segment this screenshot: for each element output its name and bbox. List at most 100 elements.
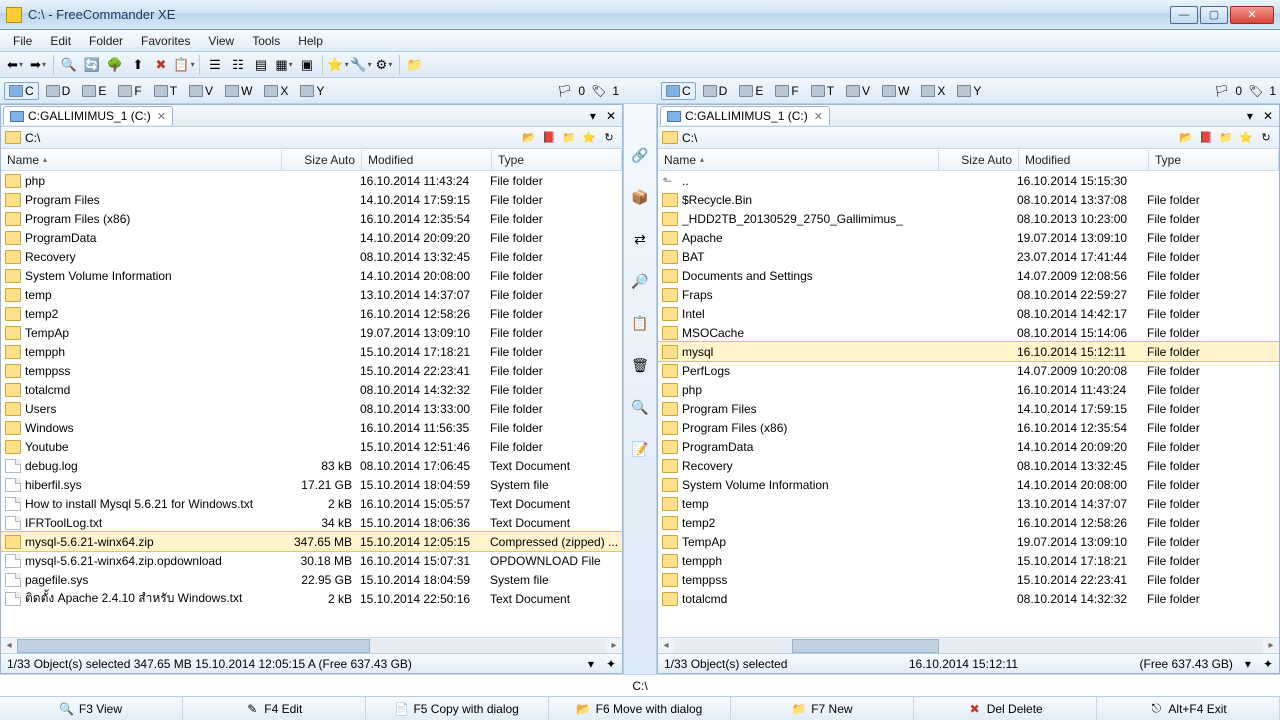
col-modified[interactable]: Modified <box>362 150 492 170</box>
right-tab[interactable]: C:GALLIMIMUS_1 (C:) ✕ <box>660 106 830 125</box>
compare-icon[interactable]: 📦 <box>629 186 651 208</box>
left-tab[interactable]: C:GALLIMIMUS_1 (C:) ✕ <box>3 106 173 125</box>
path-btn5[interactable]: ↻ <box>600 130 618 146</box>
drive-f[interactable]: F <box>770 82 803 100</box>
file-row[interactable]: Documents and Settings14.07.2009 12:08:5… <box>658 266 1279 285</box>
col-name[interactable]: Name▴ <box>1 150 282 170</box>
file-row[interactable]: BAT23.07.2014 17:41:44File folder <box>658 247 1279 266</box>
moveto-icon[interactable]: 🗑 <box>629 354 651 376</box>
file-row[interactable]: mysql-5.6.21-winx64.zip347.65 MB15.10.20… <box>1 532 622 551</box>
fn-f4[interactable]: ✎F4 Edit <box>183 697 366 720</box>
view5-icon[interactable]: ▣ <box>296 54 318 76</box>
col-type[interactable]: Type <box>492 150 622 170</box>
forward-button[interactable]: ➡ <box>27 54 49 76</box>
file-row[interactable]: Program Files14.10.2014 17:59:15File fol… <box>1 190 622 209</box>
status-gear-icon[interactable]: ✦ <box>606 657 616 671</box>
file-row[interactable]: tempph15.10.2014 17:18:21File folder <box>1 342 622 361</box>
drive-v[interactable]: V <box>841 82 875 100</box>
drive-e[interactable]: E <box>77 82 111 100</box>
col-size[interactable]: Size Auto <box>939 150 1019 170</box>
file-row[interactable]: ⬑..16.10.2014 15:15:30 <box>658 171 1279 190</box>
file-row[interactable]: totalcmd08.10.2014 14:32:32File folder <box>658 589 1279 608</box>
view4-icon[interactable]: ▦ <box>273 54 295 76</box>
menu-edit[interactable]: Edit <box>41 32 80 50</box>
left-hscroll[interactable]: ◂▸ <box>1 637 622 653</box>
dropdown-icon[interactable]: ▾ <box>1243 109 1257 123</box>
tool1-icon[interactable]: 🔧 <box>350 54 372 76</box>
file-row[interactable]: System Volume Information14.10.2014 20:0… <box>1 266 622 285</box>
fn-f6[interactable]: 📂F6 Move with dialog <box>549 697 732 720</box>
file-row[interactable]: temp216.10.2014 12:58:26File folder <box>1 304 622 323</box>
view3-icon[interactable]: ▤ <box>250 54 272 76</box>
file-row[interactable]: TempAp19.07.2014 13:09:10File folder <box>1 323 622 342</box>
file-row[interactable]: System Volume Information14.10.2014 20:0… <box>658 475 1279 494</box>
file-row[interactable]: TempAp19.07.2014 13:09:10File folder <box>658 532 1279 551</box>
right-filelist[interactable]: ⬑..16.10.2014 15:15:30$Recycle.Bin08.10.… <box>658 171 1279 637</box>
fn-del[interactable]: ✖Del Delete <box>914 697 1097 720</box>
up-icon[interactable]: ⬆ <box>127 54 149 76</box>
drive-t[interactable]: T <box>806 82 839 100</box>
minimize-button[interactable]: — <box>1170 6 1198 24</box>
path-btn3[interactable]: 📁 <box>560 130 578 146</box>
drive-x[interactable]: X <box>916 82 950 100</box>
col-size[interactable]: Size Auto <box>282 150 362 170</box>
file-row[interactable]: How to install Mysql 5.6.21 for Windows.… <box>1 494 622 513</box>
tree-icon[interactable]: 🌳 <box>104 54 126 76</box>
edit-icon[interactable]: 📝 <box>629 438 651 460</box>
close-icon[interactable]: ✕ <box>814 110 823 123</box>
menu-tools[interactable]: Tools <box>243 32 289 50</box>
file-row[interactable]: temp13.10.2014 14:37:07File folder <box>1 285 622 304</box>
drive-c[interactable]: C <box>4 82 39 100</box>
search-icon[interactable]: 🔍 <box>58 54 80 76</box>
close-icon[interactable]: ✕ <box>157 110 166 123</box>
col-name[interactable]: Name▴ <box>658 150 939 170</box>
status-dropdown-icon[interactable]: ▾ <box>1245 657 1251 671</box>
closepanel-icon[interactable]: ✕ <box>1259 109 1277 123</box>
path-btn2[interactable]: 📕 <box>540 130 558 146</box>
file-row[interactable]: temppss15.10.2014 22:23:41File folder <box>1 361 622 380</box>
tool2-icon[interactable]: ⚙ <box>373 54 395 76</box>
file-row[interactable]: debug.log83 kB08.10.2014 17:06:45Text Do… <box>1 456 622 475</box>
file-row[interactable]: ProgramData14.10.2014 20:09:20File folde… <box>658 437 1279 456</box>
file-row[interactable]: Recovery08.10.2014 13:32:45File folder <box>658 456 1279 475</box>
copy-icon[interactable]: 📋 <box>173 54 195 76</box>
drive-f[interactable]: F <box>113 82 146 100</box>
drive-w[interactable]: W <box>220 82 257 100</box>
col-type[interactable]: Type <box>1149 150 1279 170</box>
file-row[interactable]: Apache19.07.2014 13:09:10File folder <box>658 228 1279 247</box>
maximize-button[interactable]: ▢ <box>1200 6 1228 24</box>
delete-icon[interactable]: ✖ <box>150 54 172 76</box>
fn-f5[interactable]: 📄F5 Copy with dialog <box>366 697 549 720</box>
file-row[interactable]: temppss15.10.2014 22:23:41File folder <box>658 570 1279 589</box>
file-row[interactable]: php16.10.2014 11:43:24File folder <box>1 171 622 190</box>
path-btn5[interactable]: ↻ <box>1257 130 1275 146</box>
sync-icon[interactable]: 🔗 <box>629 144 651 166</box>
path-btn3[interactable]: 📁 <box>1217 130 1235 146</box>
file-row[interactable]: Program Files (x86)16.10.2014 12:35:54Fi… <box>1 209 622 228</box>
file-row[interactable]: Users08.10.2014 13:33:00File folder <box>1 399 622 418</box>
path-btn4[interactable]: ⭐ <box>1237 130 1255 146</box>
file-row[interactable]: Recovery08.10.2014 13:32:45File folder <box>1 247 622 266</box>
fn-alt+f4[interactable]: ⎋Alt+F4 Exit <box>1097 697 1280 720</box>
copyto-icon[interactable]: 📋 <box>629 312 651 334</box>
drive-y[interactable]: Y <box>952 82 986 100</box>
file-row[interactable]: temp13.10.2014 14:37:07File folder <box>658 494 1279 513</box>
file-row[interactable]: IFRToolLog.txt34 kB15.10.2014 18:06:36Te… <box>1 513 622 532</box>
status-gear-icon[interactable]: ✦ <box>1263 657 1273 671</box>
file-row[interactable]: Youtube15.10.2014 12:51:46File folder <box>1 437 622 456</box>
path-btn1[interactable]: 📂 <box>520 130 538 146</box>
file-row[interactable]: mysql-5.6.21-winx64.zip.opdownload30.18 … <box>1 551 622 570</box>
file-row[interactable]: pagefile.sys22.95 GB15.10.2014 18:04:59S… <box>1 570 622 589</box>
path-btn2[interactable]: 📕 <box>1197 130 1215 146</box>
file-row[interactable]: Fraps08.10.2014 22:59:27File folder <box>658 285 1279 304</box>
file-row[interactable]: hiberfil.sys17.21 GB15.10.2014 18:04:59S… <box>1 475 622 494</box>
left-filelist[interactable]: php16.10.2014 11:43:24File folderProgram… <box>1 171 622 637</box>
back-button[interactable]: ⬅ <box>4 54 26 76</box>
path-btn1[interactable]: 📂 <box>1177 130 1195 146</box>
status-dropdown-icon[interactable]: ▾ <box>588 657 594 671</box>
command-line[interactable]: C:\ <box>0 674 1280 696</box>
dropdown-icon[interactable]: ▾ <box>586 109 600 123</box>
view2-icon[interactable]: ☷ <box>227 54 249 76</box>
file-row[interactable]: tempph15.10.2014 17:18:21File folder <box>658 551 1279 570</box>
right-hscroll[interactable]: ◂▸ <box>658 637 1279 653</box>
